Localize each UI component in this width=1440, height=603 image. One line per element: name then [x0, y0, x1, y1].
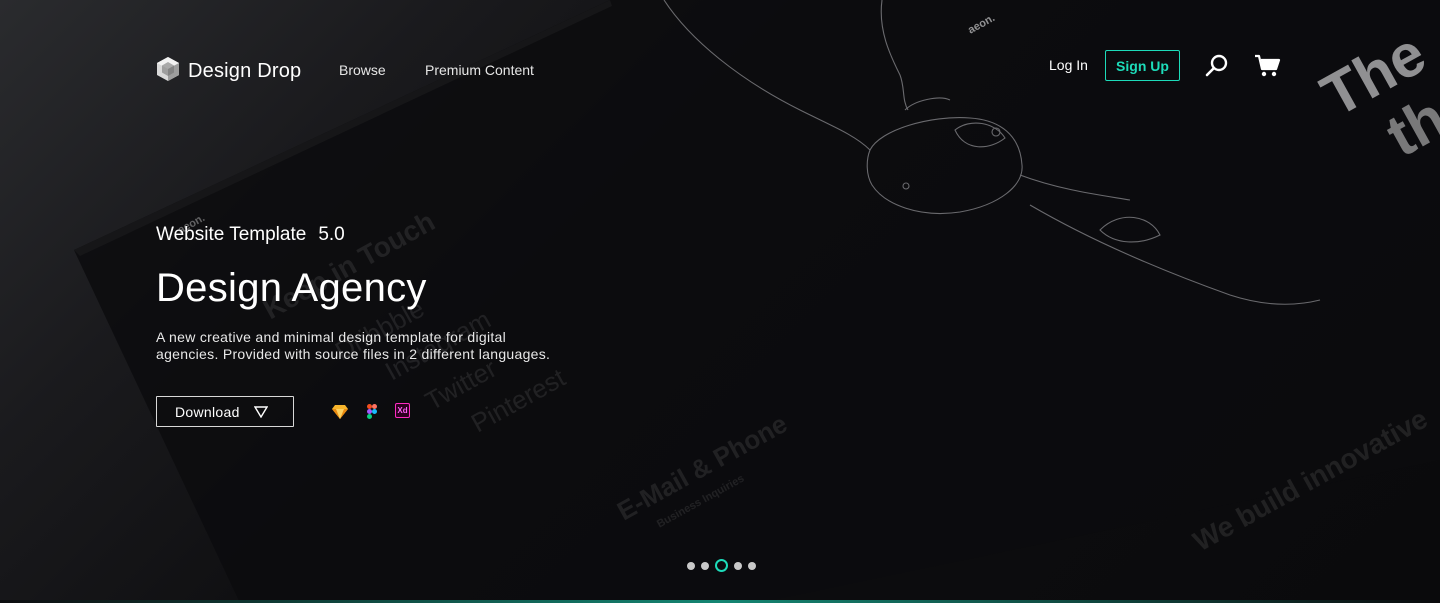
slider-dot-1[interactable]: [687, 561, 695, 570]
slider-dot-4[interactable]: [734, 561, 742, 570]
hero-title: Design Agency: [156, 266, 427, 310]
brand-name: Design Drop: [188, 60, 302, 82]
nav-premium-content[interactable]: Premium Content: [425, 62, 534, 78]
search-icon[interactable]: [1204, 53, 1230, 79]
template-version: 5.0: [318, 224, 345, 245]
hero-description: A new creative and minimal design templa…: [156, 329, 551, 362]
hero-kicker: Website Template 5.0: [156, 224, 345, 246]
triangle-down-icon: [253, 405, 268, 418]
download-label: Download: [175, 403, 240, 420]
figma-icon[interactable]: [364, 403, 380, 419]
xd-icon[interactable]: Xd: [395, 403, 410, 418]
cart-icon[interactable]: [1253, 53, 1281, 79]
slider-dot-3-active[interactable]: [715, 559, 728, 572]
xd-label: Xd: [397, 406, 408, 415]
login-link[interactable]: Log In: [1049, 57, 1088, 73]
nav-browse[interactable]: Browse: [339, 62, 386, 78]
hero-banner: Keep in Touch Dribbble Instagram Twitter…: [0, 0, 1440, 603]
slider-pagination: [684, 559, 759, 572]
sketch-icon[interactable]: [332, 403, 348, 419]
download-button[interactable]: Download: [156, 396, 294, 427]
top-navigation: Design Drop Browse Premium Content Log I…: [0, 0, 1440, 130]
brand-logo[interactable]: Design Drop: [156, 56, 301, 87]
template-label: Website Template: [156, 224, 307, 245]
signup-button[interactable]: Sign Up: [1105, 50, 1180, 81]
slider-dot-5[interactable]: [748, 561, 756, 570]
hexagon-cube-icon: [156, 56, 180, 87]
slider-dot-2[interactable]: [701, 561, 709, 570]
